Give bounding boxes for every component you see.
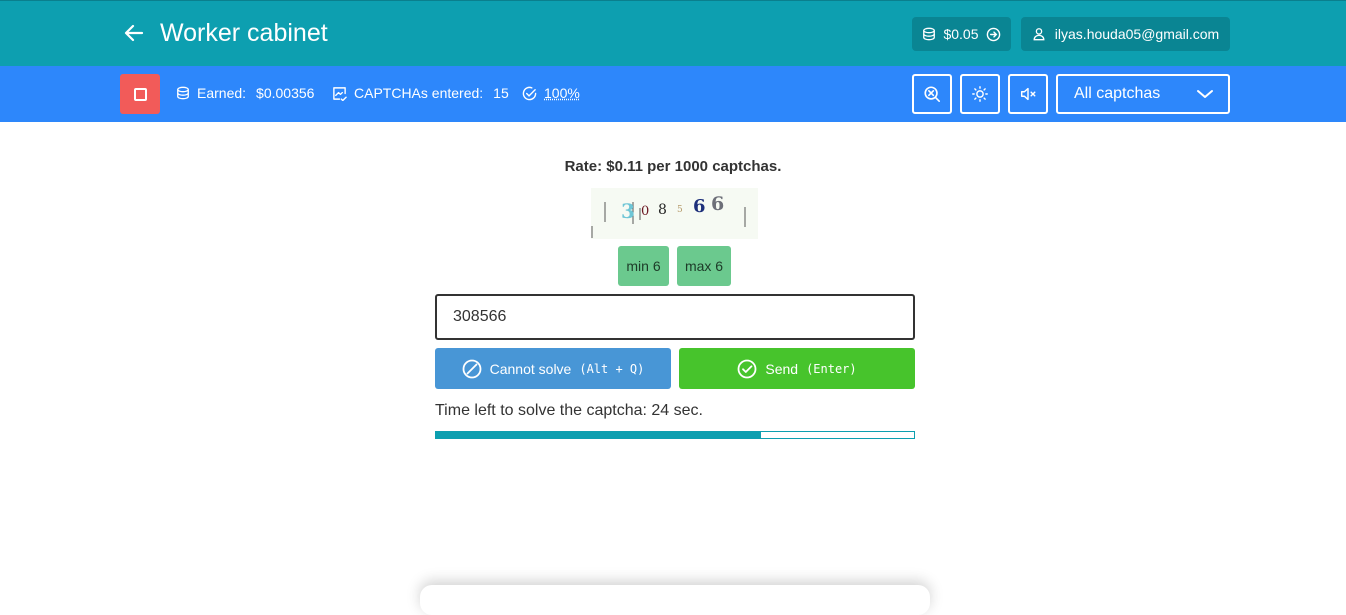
send-label: Send — [765, 361, 798, 377]
ban-icon — [462, 359, 482, 379]
stats-bar: Earned: $0.00356 CAPTCHAs entered: 15 10… — [0, 66, 1346, 122]
user-menu-button[interactable]: ilyas.houda05@gmail.com — [1021, 17, 1230, 51]
stop-button[interactable] — [120, 74, 160, 114]
earned-value: $0.00356 — [256, 85, 314, 101]
check-circle-icon — [522, 86, 537, 101]
accuracy-value[interactable]: 100% — [544, 85, 580, 101]
captcha-answer-input[interactable] — [435, 294, 915, 340]
send-button[interactable]: Send (Enter) — [679, 348, 915, 389]
brightness-button[interactable] — [960, 74, 1000, 114]
page-title: Worker cabinet — [160, 19, 328, 48]
user-email: ilyas.houda05@gmail.com — [1055, 26, 1219, 42]
coins-icon — [176, 86, 190, 100]
rate-text: Rate: $0.11 per 1000 captchas. — [0, 158, 1346, 175]
cannot-solve-button[interactable]: Cannot solve (Alt + Q) — [435, 348, 671, 389]
captcha-char: 6 — [711, 193, 724, 215]
top-header: Worker cabinet $0.05 ilyas.houda05@gmail… — [0, 0, 1346, 66]
mute-button[interactable] — [1008, 74, 1048, 114]
check-circle-icon — [737, 359, 757, 379]
mute-icon — [1019, 85, 1037, 103]
captcha-image-icon — [332, 86, 347, 101]
captcha-type-selected: All captchas — [1074, 85, 1160, 103]
chevron-down-icon — [1196, 87, 1214, 101]
arrow-circle-right-icon — [986, 27, 1001, 42]
balance-button[interactable]: $0.05 — [912, 17, 1011, 51]
stop-icon — [134, 88, 147, 101]
captcha-char: 5 — [677, 205, 683, 215]
accuracy-stat: 100% — [522, 85, 580, 101]
max-length-badge: max 6 — [677, 246, 731, 286]
balance-value: $0.05 — [943, 26, 978, 42]
entered-label: CAPTCHAs entered: — [354, 85, 483, 101]
earned-label: Earned: — [197, 85, 246, 101]
coins-icon — [922, 27, 936, 41]
zoom-button[interactable] — [912, 74, 952, 114]
time-progress-fill — [436, 432, 761, 438]
min-length-badge: min 6 — [618, 246, 669, 286]
captcha-char: 6 — [693, 196, 706, 217]
brightness-icon — [971, 85, 989, 103]
captcha-char: 0 — [641, 204, 649, 219]
time-progress-bar — [435, 431, 915, 439]
cannot-solve-label: Cannot solve — [490, 361, 572, 377]
captcha-char: 8 — [658, 202, 667, 218]
timer-text: Time left to solve the captcha: 24 sec. — [435, 402, 703, 420]
cannot-solve-shortcut: (Alt + Q) — [579, 362, 644, 376]
bottom-panel — [420, 585, 930, 615]
captcha-image: 3 0 8 5 6 6 — [591, 188, 758, 239]
user-icon — [1032, 27, 1046, 41]
earned-stat: Earned: $0.00356 — [176, 85, 314, 101]
entered-value: 15 — [493, 85, 509, 101]
send-shortcut: (Enter) — [806, 362, 857, 376]
captcha-type-select[interactable]: All captchas — [1056, 74, 1230, 114]
back-arrow-icon[interactable] — [122, 21, 146, 45]
zoom-icon — [923, 85, 941, 103]
entered-stat: CAPTCHAs entered: 15 — [332, 85, 509, 101]
captcha-char: 3 — [621, 199, 635, 223]
